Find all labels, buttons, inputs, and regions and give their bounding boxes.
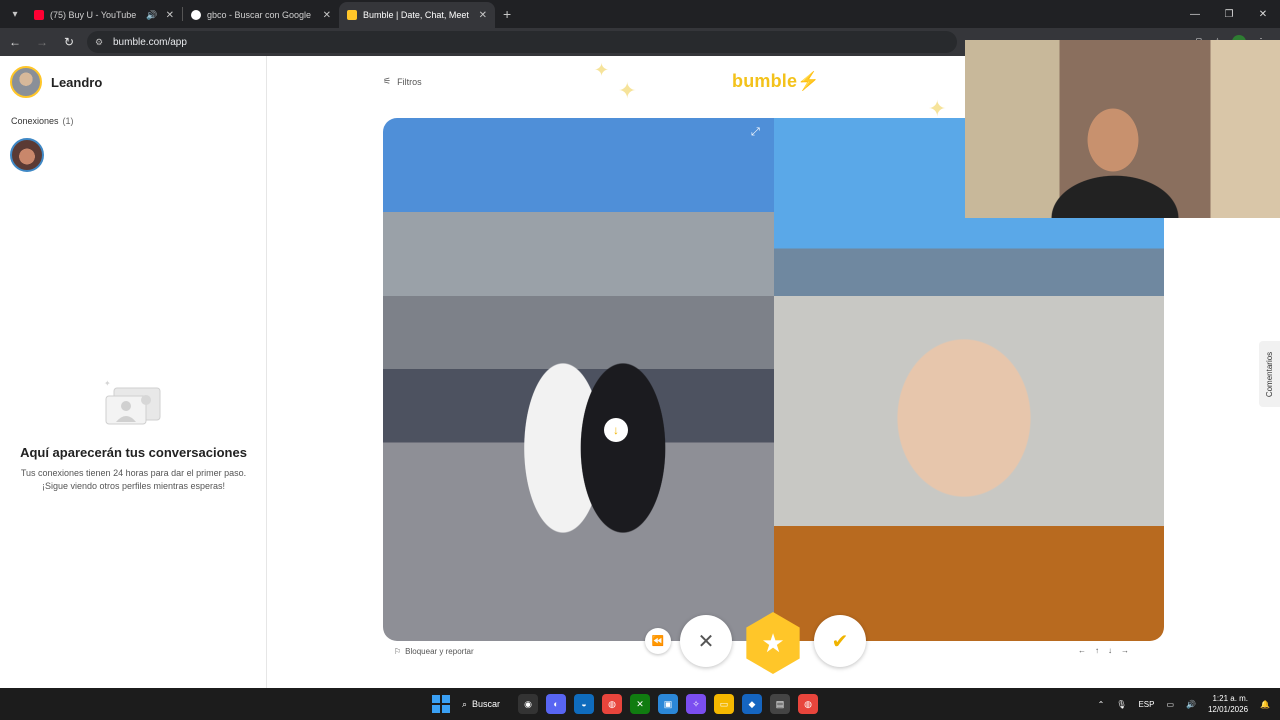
- tab-title: (75) Buy U - YouTube: [50, 10, 137, 20]
- sparkle-icon: ✦: [594, 60, 610, 80]
- feedback-tab[interactable]: Comentarios: [1259, 341, 1280, 407]
- search-icon: ⌕: [462, 698, 468, 709]
- swipe-actions: ⏪ ✕ ★ ✔: [645, 612, 870, 674]
- superswipe-button[interactable]: ★: [746, 612, 800, 674]
- google-icon: [191, 10, 201, 20]
- sliders-icon: ⚟: [383, 76, 392, 86]
- audio-icon[interactable]: 🔊: [146, 10, 157, 21]
- browser-tab-bar: ▾ (75) Buy U - YouTube 🔊 ✕ gbco - Buscar…: [0, 0, 1280, 28]
- microphone-icon[interactable]: 🎙: [1116, 700, 1126, 709]
- user-name: Leandro: [51, 74, 103, 90]
- avatar[interactable]: [10, 66, 42, 98]
- notifications-icon[interactable]: 🔔: [1260, 700, 1270, 709]
- new-tab-button[interactable]: +: [503, 6, 511, 22]
- empty-line-2: ¡Sigue viendo otros perfiles mientras es…: [41, 481, 226, 491]
- window-controls: — ❐ ✕: [1178, 0, 1280, 28]
- block-report-link[interactable]: ⚐ Bloquear y reportar: [394, 647, 474, 656]
- connection-avatar[interactable]: [10, 138, 44, 172]
- windows-start-icon[interactable]: [432, 695, 450, 713]
- photos-icon[interactable]: ▣: [658, 694, 678, 714]
- restore-icon[interactable]: ❐: [1212, 0, 1246, 28]
- search-label: Buscar: [472, 699, 501, 709]
- close-tab-icon[interactable]: ✕: [323, 10, 331, 21]
- network-icon[interactable]: ▭: [1166, 700, 1174, 709]
- right-arrow-hint: →: [1121, 646, 1129, 655]
- user-profile[interactable]: Leandro: [10, 66, 102, 98]
- left-arrow-hint: ←: [1078, 646, 1086, 655]
- connections-header: Conexiones (1): [11, 116, 74, 126]
- clock[interactable]: 1:21 a. m. 12/01/2026: [1208, 693, 1248, 715]
- svg-text:✦: ✦: [104, 379, 111, 388]
- connections-label: Conexiones: [11, 116, 59, 126]
- file-explorer-icon[interactable]: ▭: [714, 694, 734, 714]
- tab-title: Bumble | Date, Chat, Meet New: [363, 10, 471, 20]
- like-button[interactable]: ✔: [814, 615, 866, 667]
- sparkle-icon: ✦: [618, 78, 637, 103]
- pass-button[interactable]: ✕: [680, 615, 732, 667]
- report-label: Bloquear y reportar: [405, 647, 474, 656]
- forward-icon[interactable]: →: [30, 30, 54, 54]
- flag-icon: ⚐: [394, 647, 402, 656]
- profile-photo-main: [383, 118, 774, 641]
- xbox-icon[interactable]: ✕: [630, 694, 650, 714]
- empty-conversations-title: Aquí aparecerán tus conversaciones: [20, 445, 247, 460]
- webcam-overlay: [965, 40, 1280, 218]
- tab-title: gbco - Buscar con Google: [207, 10, 312, 20]
- sidebar: Leandro Conexiones (1) ✦ Aquí aparecerán …: [0, 56, 267, 688]
- edge-icon[interactable]: ◒: [574, 694, 594, 714]
- media-icon[interactable]: ▤: [770, 694, 790, 714]
- empty-line-1: Tus conexiones tienen 24 horas para dar …: [20, 468, 247, 478]
- filters-button[interactable]: ⚟ Filtros: [383, 76, 422, 87]
- windows-taskbar: ⌕ Buscar ◉ ◐ ◒ ◍ ✕ ▣ ✧ ▭ ◆ ▤ ◍ ⌃ 🎙 ESP ▭…: [0, 688, 1280, 720]
- taskbar-apps: ⌕ Buscar ◉ ◐ ◒ ◍ ✕ ▣ ✧ ▭ ◆ ▤ ◍: [432, 688, 818, 720]
- expand-icon[interactable]: ⤢: [751, 126, 760, 139]
- chevron-up-icon[interactable]: ⌃: [1098, 700, 1105, 709]
- system-tray: ⌃ 🎙 ESP ▭ 🔊 1:21 a. m. 12/01/2026 🔔: [1098, 688, 1270, 720]
- logo-text: bumble: [732, 71, 798, 91]
- language-indicator[interactable]: ESP: [1138, 700, 1154, 709]
- youtube-icon: [34, 10, 44, 20]
- empty-conversations-text: Tus conexiones tienen 24 horas para dar …: [0, 467, 267, 493]
- discord-icon[interactable]: ◐: [546, 694, 566, 714]
- feedback-label: Comentarios: [1265, 351, 1275, 397]
- connections-count: (1): [62, 116, 74, 126]
- volume-icon[interactable]: 🔊: [1186, 700, 1196, 709]
- minimize-icon[interactable]: —: [1178, 0, 1212, 28]
- taskbar-search[interactable]: ⌕ Buscar: [458, 693, 510, 715]
- chrome-icon[interactable]: ◍: [602, 694, 622, 714]
- site-info-icon[interactable]: ⚙: [95, 37, 105, 47]
- close-window-icon[interactable]: ✕: [1246, 0, 1280, 28]
- tab-search-button[interactable]: ▾: [4, 3, 26, 25]
- filters-label: Filtros: [397, 76, 422, 87]
- store-icon[interactable]: ◆: [742, 694, 762, 714]
- up-arrow-hint: ↑: [1095, 646, 1099, 655]
- copilot-icon[interactable]: ✧: [686, 694, 706, 714]
- bolt-icon: ⚡: [797, 71, 820, 91]
- keyboard-hints: ← ↑ ↓ →: [1078, 646, 1129, 655]
- scroll-down-icon[interactable]: ↓: [604, 418, 628, 442]
- close-tab-icon[interactable]: ✕: [166, 10, 174, 21]
- url-text: bumble.com/app: [113, 36, 187, 48]
- time: 1:21 a. m.: [1212, 694, 1249, 703]
- backtrack-button[interactable]: ⏪: [645, 628, 671, 654]
- bumble-icon: [347, 10, 357, 20]
- down-arrow-hint: ↓: [1108, 646, 1112, 655]
- obs-icon[interactable]: ◉: [518, 694, 538, 714]
- tab-youtube[interactable]: (75) Buy U - YouTube 🔊 ✕: [26, 2, 182, 28]
- address-bar[interactable]: ⚙ bumble.com/app: [87, 31, 957, 53]
- tab-google[interactable]: gbco - Buscar con Google ✕: [183, 2, 339, 28]
- reload-icon[interactable]: ↻: [57, 30, 81, 54]
- close-tab-icon[interactable]: ✕: [479, 10, 487, 21]
- bumble-logo[interactable]: bumble⚡: [732, 71, 820, 92]
- chrome-active-icon[interactable]: ◍: [798, 694, 818, 714]
- tab-bumble[interactable]: Bumble | Date, Chat, Meet New ✕: [339, 2, 495, 28]
- back-icon[interactable]: ←: [3, 30, 27, 54]
- date: 12/01/2026: [1207, 705, 1249, 714]
- conversations-illustration-icon: ✦: [104, 379, 161, 425]
